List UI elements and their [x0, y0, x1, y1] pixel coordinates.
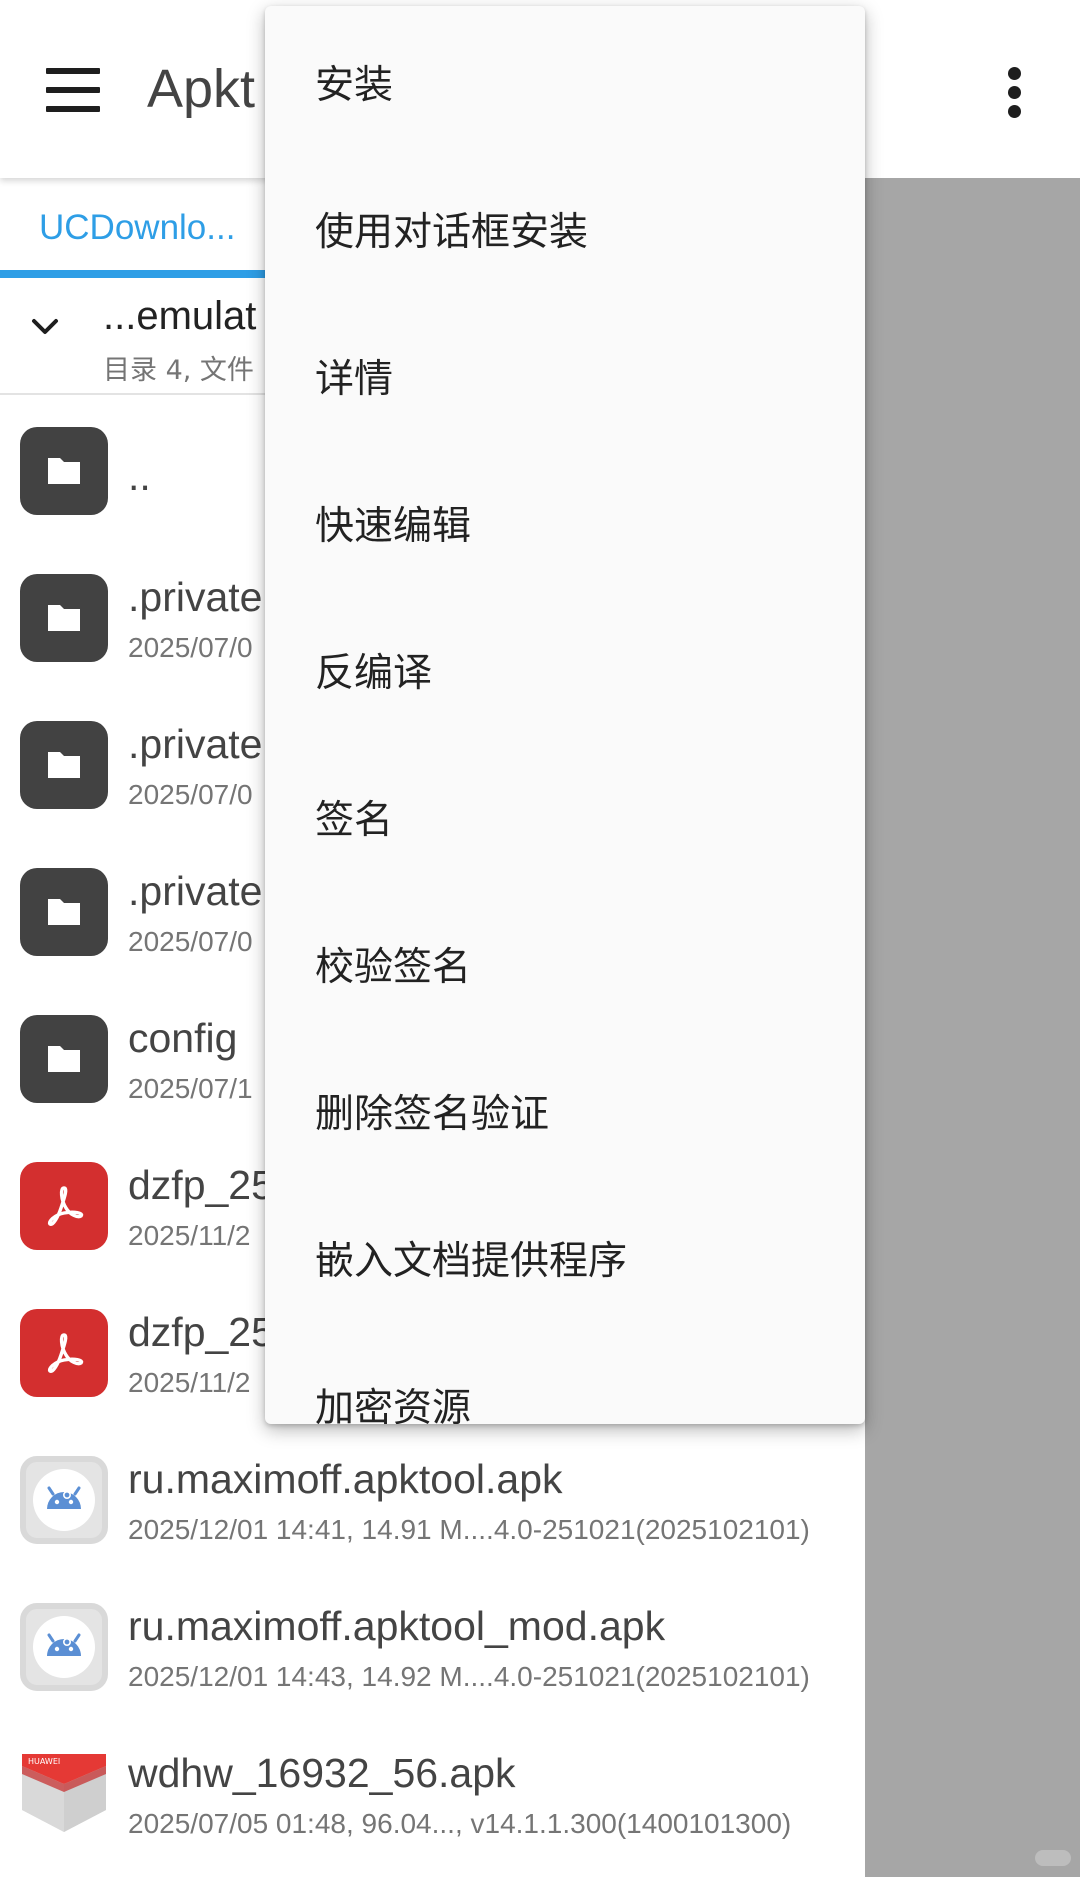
- menu-item-install-with-dialog[interactable]: 使用对话框安装: [265, 153, 865, 300]
- menu-item-verify-signature[interactable]: 校验签名: [265, 888, 865, 1035]
- menu-item-encrypt-resources[interactable]: 加密资源: [265, 1329, 865, 1424]
- file-name: wdhw_16932_56.apk: [128, 1750, 516, 1796]
- file-meta: 2025/07/05 01:48, 96.04..., v14.1.1.300(…: [128, 1808, 792, 1839]
- file-name: config: [128, 1015, 238, 1061]
- menu-item-sign[interactable]: 签名: [265, 741, 865, 888]
- folder-icon: [20, 868, 108, 956]
- pdf-icon: [20, 1162, 108, 1250]
- file-meta: 2025/07/0: [128, 779, 253, 810]
- current-path: ...emulat: [103, 294, 257, 338]
- file-name: .private: [128, 574, 263, 620]
- more-vert-icon[interactable]: [1000, 64, 1030, 120]
- huawei-package-icon: HUAWEI: [14, 1744, 114, 1844]
- file-name: .private: [128, 868, 263, 914]
- app-title: Apkt: [147, 59, 256, 119]
- menu-item-install[interactable]: 安装: [265, 6, 865, 153]
- path-summary: 目录 4, 文件: [103, 355, 254, 386]
- menu-item-embed-document-provider[interactable]: 嵌入文档提供程序: [265, 1182, 865, 1329]
- watermark: [1035, 1850, 1071, 1866]
- context-menu: 安装 使用对话框安装 详情 快速编辑 反编译 签名 校验签名 删除签名验证 嵌入…: [265, 6, 865, 1424]
- tab-indicator: [0, 270, 280, 278]
- file-meta: 2025/11/2: [128, 1367, 251, 1398]
- folder-icon: [20, 1015, 108, 1103]
- menu-item-details[interactable]: 详情: [265, 300, 865, 447]
- file-name: ..: [128, 453, 151, 499]
- file-name: dzfp_25: [128, 1162, 274, 1208]
- file-meta: 2025/11/2: [128, 1220, 251, 1251]
- android-apk-icon: [20, 1456, 108, 1544]
- file-name: ru.maximoff.apktool_mod.apk: [128, 1603, 666, 1649]
- chevron-down-icon[interactable]: [30, 311, 60, 341]
- menu-item-remove-signature-verification[interactable]: 删除签名验证: [265, 1035, 865, 1182]
- tab-label: UCDownlo...: [39, 208, 236, 247]
- pdf-icon: [20, 1309, 108, 1397]
- tab-ucdownloads[interactable]: UCDownlo...: [0, 178, 280, 278]
- file-meta: 2025/12/01 14:43, 14.92 M....4.0-251021(…: [128, 1661, 810, 1692]
- android-apk-icon: [20, 1603, 108, 1691]
- folder-icon: [20, 427, 108, 515]
- file-name: dzfp_25: [128, 1309, 274, 1355]
- menu-item-decompile[interactable]: 反编译: [265, 594, 865, 741]
- file-name: .private: [128, 721, 263, 767]
- huawei-logo-text: HUAWEI: [28, 1757, 60, 1766]
- folder-icon: [20, 721, 108, 809]
- hamburger-menu-icon[interactable]: [46, 68, 100, 112]
- file-meta: 2025/07/0: [128, 926, 253, 957]
- file-meta: 2025/07/1: [128, 1073, 253, 1104]
- file-name: ru.maximoff.apktool.apk: [128, 1456, 563, 1502]
- file-meta: 2025/12/01 14:41, 14.91 M....4.0-251021(…: [128, 1514, 810, 1545]
- menu-item-quick-edit[interactable]: 快速编辑: [265, 447, 865, 594]
- scrim-overlay[interactable]: [865, 178, 1080, 1877]
- folder-icon: [20, 574, 108, 662]
- file-meta: 2025/07/0: [128, 632, 253, 663]
